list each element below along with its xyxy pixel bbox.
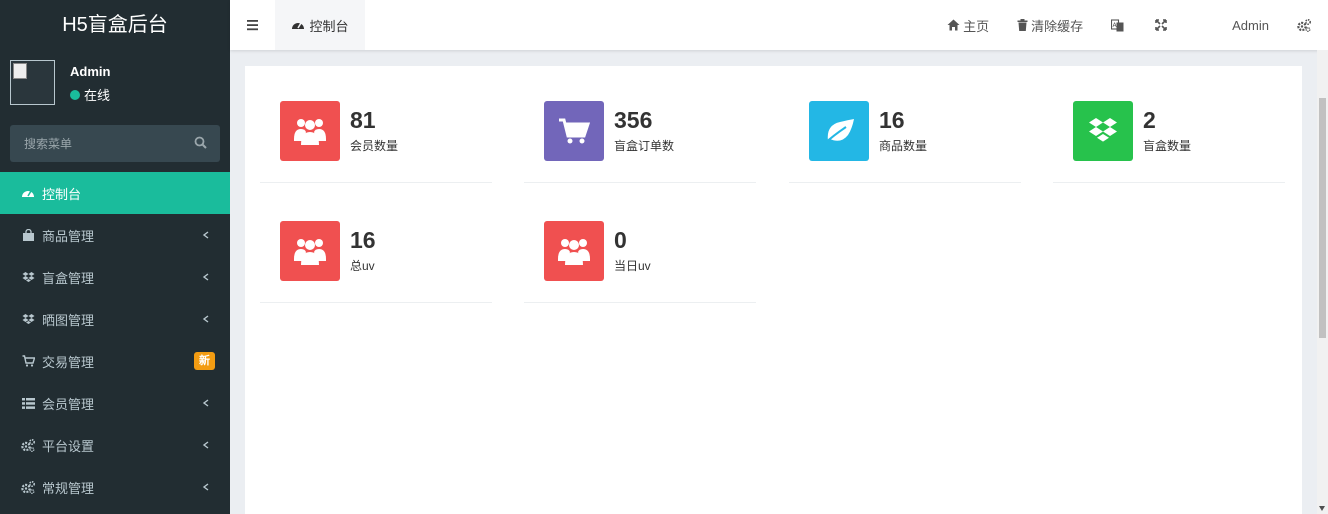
trash-icon [1017, 19, 1028, 31]
sidebar-item-label: 盲盒管理 [42, 270, 95, 286]
stat-label: 盲盒数量 [1143, 139, 1192, 153]
top-header: 控制台 主页 清除缓存 A Admin [230, 0, 1328, 50]
stat-order-count: 356 盲盒订单数 [524, 101, 756, 183]
header-nav: 主页 清除缓存 A Admin [933, 0, 1328, 50]
stat-value: 16 [879, 107, 905, 133]
stat-daily-uv: 0 当日uv [524, 221, 756, 303]
stat-label: 会员数量 [350, 139, 399, 153]
chevron-left-icon [202, 483, 209, 491]
user-panel: Admin 在线 [0, 50, 230, 114]
stat-value: 2 [1143, 107, 1156, 133]
dropbox-icon [21, 270, 35, 284]
cogs-icon [1297, 18, 1311, 32]
header-user-name: Admin [1232, 17, 1269, 33]
cogs-icon [21, 480, 35, 494]
stat-label: 当日uv [614, 259, 651, 273]
online-dot-icon [70, 89, 80, 100]
list-icon [21, 396, 35, 410]
scrollbar-thumb[interactable] [1319, 98, 1326, 338]
settings-button[interactable] [1283, 0, 1328, 50]
cart-icon [21, 354, 35, 368]
sidebar-menu: 控制台 商品管理 盲盒管理 晒图管理 交易管理 新 会员管理 平台设置 常规管理 [0, 172, 230, 508]
home-label: 主页 [963, 18, 990, 34]
leaf-icon [823, 119, 854, 145]
sidebar-item-general[interactable]: 常规管理 [0, 466, 230, 508]
stat-icon-box [280, 101, 340, 161]
brand-title[interactable]: H5盲盒后台 [0, 0, 230, 50]
chevron-left-icon [202, 231, 209, 239]
user-menu[interactable]: Admin [1184, 0, 1283, 50]
stat-value: 81 [350, 107, 376, 133]
users-icon [294, 239, 326, 265]
scroll-down-arrow-icon[interactable] [1319, 506, 1325, 511]
sidebar-item-products[interactable]: 商品管理 [0, 214, 230, 256]
sidebar-item-members[interactable]: 会员管理 [0, 382, 230, 424]
sidebar-item-label: 会员管理 [42, 396, 95, 412]
sidebar-item-label: 晒图管理 [42, 312, 95, 328]
search-icon[interactable] [194, 136, 208, 150]
stat-icon-box [544, 101, 604, 161]
users-icon [558, 239, 590, 265]
dashboard-icon [21, 186, 35, 200]
menu-search-input[interactable] [10, 125, 220, 162]
user-name: Admin [70, 64, 111, 79]
shopping-bag-icon [21, 228, 35, 242]
chevron-left-icon [202, 273, 209, 281]
sidebar-item-platform-settings[interactable]: 平台设置 [0, 424, 230, 466]
dashboard-icon [292, 22, 305, 29]
language-button[interactable]: A [1097, 0, 1141, 50]
chevron-left-icon [202, 399, 209, 407]
tab-dashboard[interactable]: 控制台 [275, 0, 365, 50]
users-icon [294, 119, 326, 145]
stat-member-count: 81 会员数量 [260, 101, 492, 183]
sidebar-item-dashboard[interactable]: 控制台 [0, 172, 230, 214]
status-text: 在线 [84, 88, 111, 103]
stat-value: 0 [614, 227, 627, 253]
stat-blindbox-count: 2 盲盒数量 [1053, 101, 1285, 183]
stat-icon-box [809, 101, 869, 161]
stat-icon-box [544, 221, 604, 281]
stat-label: 总uv [350, 259, 375, 273]
cogs-icon [21, 438, 35, 452]
stat-label: 商品数量 [879, 139, 928, 153]
tab-label: 控制台 [309, 18, 349, 34]
sidebar-item-blindbox[interactable]: 盲盒管理 [0, 256, 230, 298]
sidebar-item-label: 常规管理 [42, 480, 95, 496]
stat-icon-box [1073, 101, 1133, 161]
stat-label: 盲盒订单数 [614, 139, 675, 153]
stat-value: 356 [614, 107, 653, 133]
home-link[interactable]: 主页 [933, 0, 1003, 50]
dashboard-panel: 81 会员数量 356 盲盒订单数 16 商品数量 2 盲盒数量 16 总uv [245, 66, 1302, 514]
home-icon [947, 19, 960, 31]
sidebar-item-label: 平台设置 [42, 438, 95, 454]
translate-icon: A [1111, 18, 1124, 31]
fullscreen-icon [1155, 19, 1167, 31]
stat-total-uv: 16 总uv [260, 221, 492, 303]
clear-cache-label: 清除缓存 [1031, 18, 1084, 34]
stat-icon-box [280, 221, 340, 281]
sidebar-item-trades[interactable]: 交易管理 新 [0, 340, 230, 382]
avatar [10, 60, 55, 105]
stat-product-count: 16 商品数量 [789, 101, 1021, 183]
fullscreen-button[interactable] [1141, 0, 1184, 50]
chevron-left-icon [202, 315, 209, 323]
new-badge: 新 [194, 352, 215, 370]
clear-cache-button[interactable]: 清除缓存 [1003, 0, 1097, 50]
vertical-scrollbar[interactable] [1317, 50, 1328, 514]
sidebar: H5盲盒后台 Admin 在线 控制台 商品管理 [0, 0, 230, 514]
sidebar-item-photos[interactable]: 晒图管理 [0, 298, 230, 340]
user-status: 在线 [70, 85, 110, 104]
chevron-left-icon [202, 441, 209, 449]
dropbox-icon [21, 312, 35, 326]
menu-toggle-icon[interactable] [244, 16, 262, 34]
menu-search [10, 125, 220, 162]
sidebar-item-label: 商品管理 [42, 228, 95, 244]
dropbox-icon [1089, 118, 1117, 142]
sidebar-item-label: 控制台 [42, 186, 82, 202]
sidebar-item-label: 交易管理 [42, 354, 95, 370]
cart-icon [559, 118, 590, 144]
stat-value: 16 [350, 227, 376, 253]
